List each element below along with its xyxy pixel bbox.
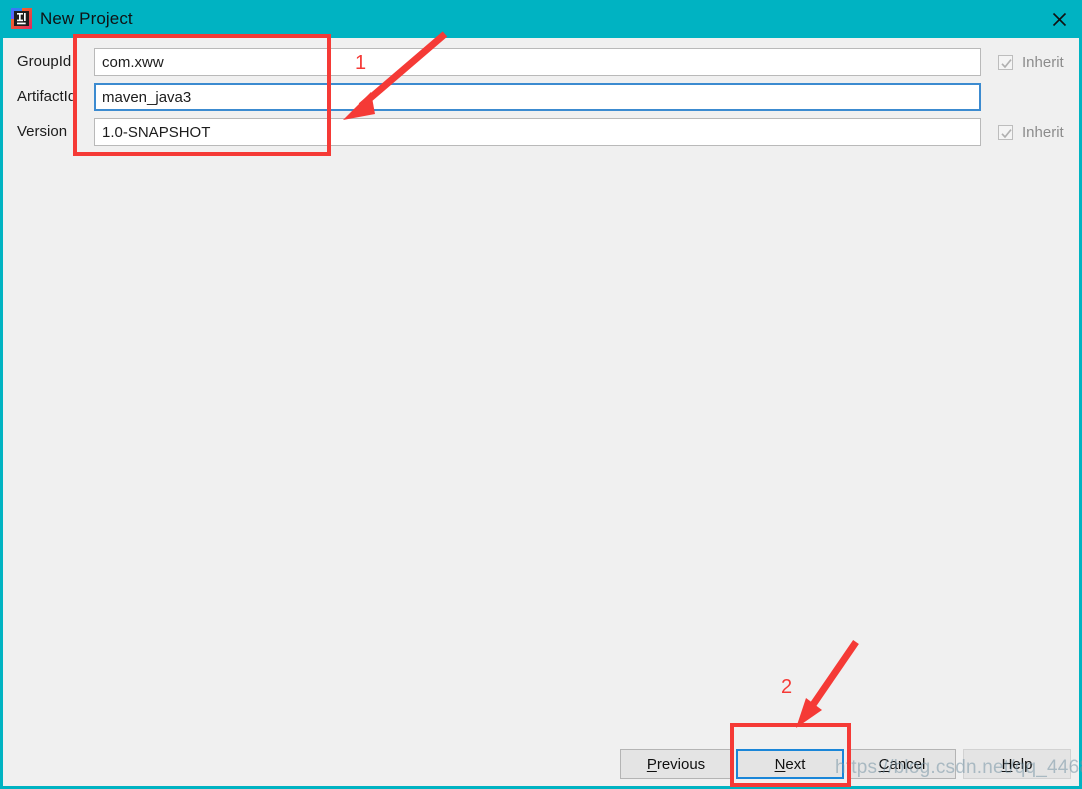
intellij-idea-icon [11, 8, 32, 29]
groupid-label: GroupId [17, 53, 72, 70]
previous-button-label: Previous [646, 755, 706, 773]
version-inherit-label: Inherit [1022, 123, 1064, 141]
form-row-artifactid: ArtifactId [3, 83, 1079, 111]
next-button[interactable]: Next [736, 749, 844, 779]
version-inherit-checkbox[interactable] [998, 124, 1013, 140]
previous-button[interactable]: Previous [620, 749, 732, 779]
annotation-number-2: 2 [781, 676, 793, 698]
annotation-arrow-2 [796, 640, 859, 728]
version-input[interactable] [94, 118, 981, 146]
annotation-arrow-1 [343, 31, 448, 120]
new-project-dialog: New Project GroupId Inherit ArtifactId V… [0, 0, 1082, 789]
groupid-input[interactable] [94, 48, 981, 76]
title-bar: New Project [0, 0, 1082, 38]
artifactid-label: ArtifactId [17, 88, 77, 105]
form-row-version: Version Inherit [3, 118, 1079, 146]
version-inherit-group[interactable]: Inherit [998, 118, 1064, 146]
version-label: Version [17, 123, 68, 140]
window-title: New Project [40, 9, 133, 28]
close-icon[interactable] [1036, 0, 1082, 38]
form-row-groupid: GroupId Inherit [3, 48, 1079, 76]
groupid-inherit-checkbox[interactable] [998, 54, 1013, 70]
help-button-label: Help [1001, 755, 1033, 773]
artifactid-input[interactable] [94, 83, 981, 111]
groupid-inherit-group[interactable]: Inherit [998, 48, 1064, 76]
cancel-button[interactable]: Cancel [848, 749, 956, 779]
help-button[interactable]: Help [963, 749, 1071, 779]
next-button-label: Next [774, 755, 806, 773]
cancel-button-label: Cancel [878, 755, 926, 773]
groupid-inherit-label: Inherit [1022, 53, 1064, 71]
